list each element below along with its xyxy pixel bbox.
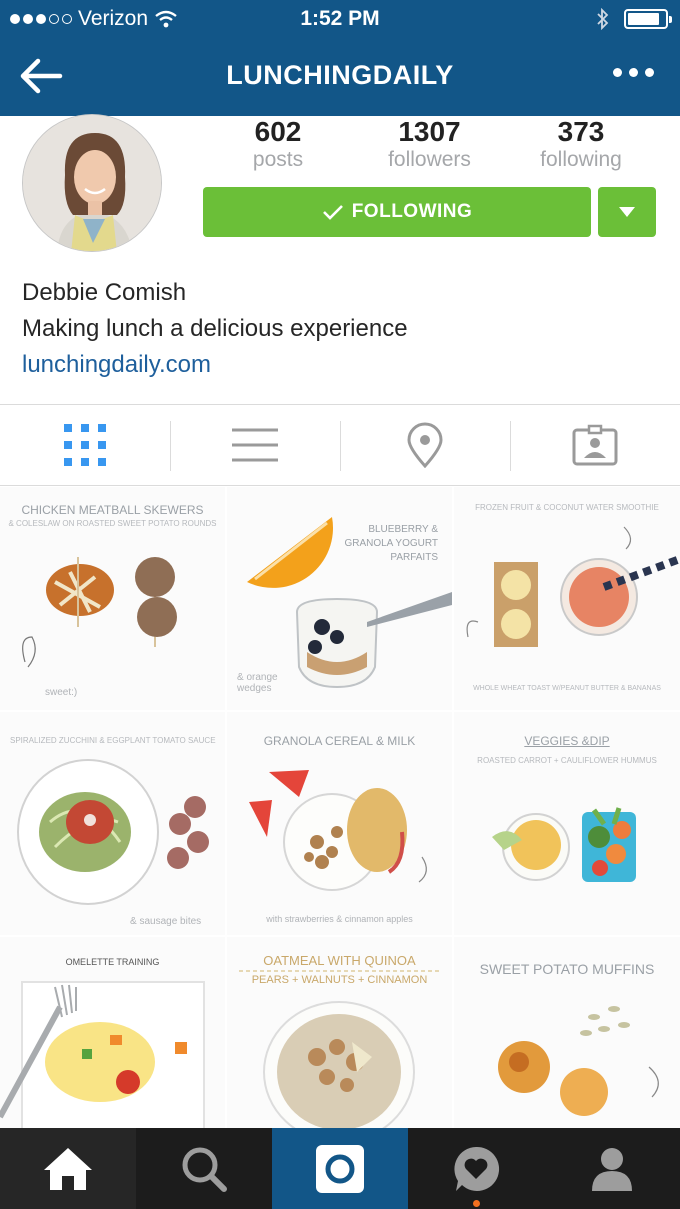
stat-label: followers — [388, 148, 471, 171]
tab-tagged-photos[interactable] — [510, 405, 680, 485]
bottom-navigation — [0, 1128, 680, 1209]
battery-level — [628, 13, 659, 25]
profile-stats: 602 posts 1307 followers 373 following — [203, 116, 656, 172]
post-thumbnail[interactable]: FROZEN FRUIT & COCONUT WATER SMOOTHIE WH… — [454, 487, 680, 710]
post-caption: VEGGIES &DIP — [524, 734, 610, 748]
post-thumbnail[interactable]: OMELETTE TRAINING — [0, 937, 225, 1128]
following-button-label: FOLLOWING — [351, 201, 473, 222]
stat-value: 1307 — [398, 116, 461, 147]
tab-grid-view[interactable] — [0, 405, 170, 485]
tab-location[interactable] — [340, 405, 510, 485]
post-caption: OATMEAL WITH QUINOA — [263, 953, 416, 968]
more-options-icon[interactable] — [613, 68, 654, 77]
post-thumbnail[interactable]: GRANOLA CEREAL & MILK with strawberries … — [227, 712, 452, 935]
nav-camera[interactable] — [272, 1128, 408, 1209]
post-subcaption: ROASTED CARROT + CAULIFLOWER HUMMUS — [477, 756, 657, 765]
bluetooth-icon — [597, 8, 609, 30]
post-thumbnail[interactable]: BLUEBERRY & GRANOLA YOGURT PARFAITS & or… — [227, 487, 452, 710]
location-pin-icon — [407, 422, 443, 468]
post-image — [17, 759, 209, 905]
stat-label: following — [540, 148, 622, 171]
post-caption: SPIRALIZED ZUCCHINI & EGGPLANT TOMATO SA… — [10, 736, 216, 745]
post-caption: GRANOLA CEREAL & MILK — [263, 734, 416, 748]
following-count[interactable]: 373 following — [506, 116, 656, 172]
post-subcaption: & COLESLAW ON ROASTED SWEET POTATO ROUND… — [8, 519, 217, 528]
profile-website-link[interactable]: lunchingdaily.com — [22, 351, 211, 379]
post-image — [466, 526, 680, 647]
post-note: & orange wedges — [237, 672, 278, 694]
profile-bio: Making lunch a delicious experience — [22, 315, 408, 342]
nav-search[interactable] — [136, 1128, 272, 1209]
checkmark-icon — [322, 205, 343, 220]
stat-label: posts — [252, 148, 304, 171]
camera-icon — [316, 1144, 364, 1193]
status-bar: Verizon 1:52 PM — [0, 0, 680, 38]
activity-heart-icon — [454, 1146, 500, 1191]
home-icon — [44, 1147, 92, 1190]
suggestions-dropdown-button[interactable] — [598, 187, 656, 237]
post-subcaption: WHOLE WHEAT TOAST W/PEANUT BUTTER & BANA… — [473, 685, 661, 692]
notification-dot — [473, 1200, 480, 1207]
post-thumbnail[interactable]: VEGGIES &DIP ROASTED CARROT + CAULIFLOWE… — [454, 712, 680, 935]
battery-icon — [624, 9, 672, 29]
post-caption: CHICKEN MEATBALL SKEWERS — [21, 503, 204, 517]
post-caption: OMELETTE TRAINING — [65, 957, 160, 967]
top-bar: Verizon 1:52 PM LUNCHINGDAILY — [0, 0, 680, 116]
status-time: 1:52 PM — [300, 7, 380, 30]
profile-name: Debbie Comish — [22, 279, 187, 306]
grid-icon — [64, 424, 106, 466]
post-note: & sausage bites — [130, 916, 202, 927]
post-caption: BLUEBERRY & GRANOLA YOGURT PARFAITS — [344, 524, 438, 563]
following-button[interactable]: FOLLOWING — [203, 187, 591, 237]
nav-activity[interactable] — [408, 1128, 544, 1209]
post-thumbnail[interactable]: SPIRALIZED ZUCCHINI & EGGPLANT TOMATO SA… — [0, 712, 225, 935]
search-icon — [182, 1147, 227, 1192]
stat-value: 373 — [557, 116, 605, 147]
followers-count[interactable]: 1307 followers — [355, 116, 505, 172]
avatar — [22, 114, 162, 252]
post-note: with strawberries & cinnamon apples — [266, 914, 413, 924]
post-subcaption: PEARS + WALNUTS + CINNAMON — [251, 974, 428, 986]
navigation-bar: LUNCHINGDAILY — [0, 38, 680, 116]
stat-value: 602 — [254, 116, 302, 147]
nav-profile[interactable] — [544, 1128, 680, 1209]
list-icon — [232, 428, 278, 462]
profile-icon — [592, 1147, 632, 1191]
tab-list-view[interactable] — [170, 405, 340, 485]
nav-home[interactable] — [0, 1128, 136, 1209]
post-caption: SWEET POTATO MUFFINS — [479, 961, 655, 977]
profile-username-title: LUNCHINGDAILY — [226, 60, 454, 90]
posts-grid: CHICKEN MEATBALL SKEWERS & COLESLAW ON R… — [0, 487, 680, 1128]
post-thumbnail[interactable]: OATMEAL WITH QUINOA PEARS + WALNUTS + CI… — [227, 937, 452, 1128]
tagged-person-icon — [572, 424, 618, 466]
post-thumbnail[interactable]: CHICKEN MEATBALL SKEWERS & COLESLAW ON R… — [0, 487, 225, 710]
dropdown-arrow-icon — [619, 207, 635, 217]
posts-count: 602 posts — [203, 116, 353, 172]
post-caption: FROZEN FRUIT & COCONUT WATER SMOOTHIE — [475, 503, 659, 512]
post-thumbnail[interactable]: SWEET POTATO MUFFINS — [454, 937, 680, 1128]
post-note: sweet:) — [45, 687, 78, 698]
profile-view-tabs — [0, 404, 680, 486]
